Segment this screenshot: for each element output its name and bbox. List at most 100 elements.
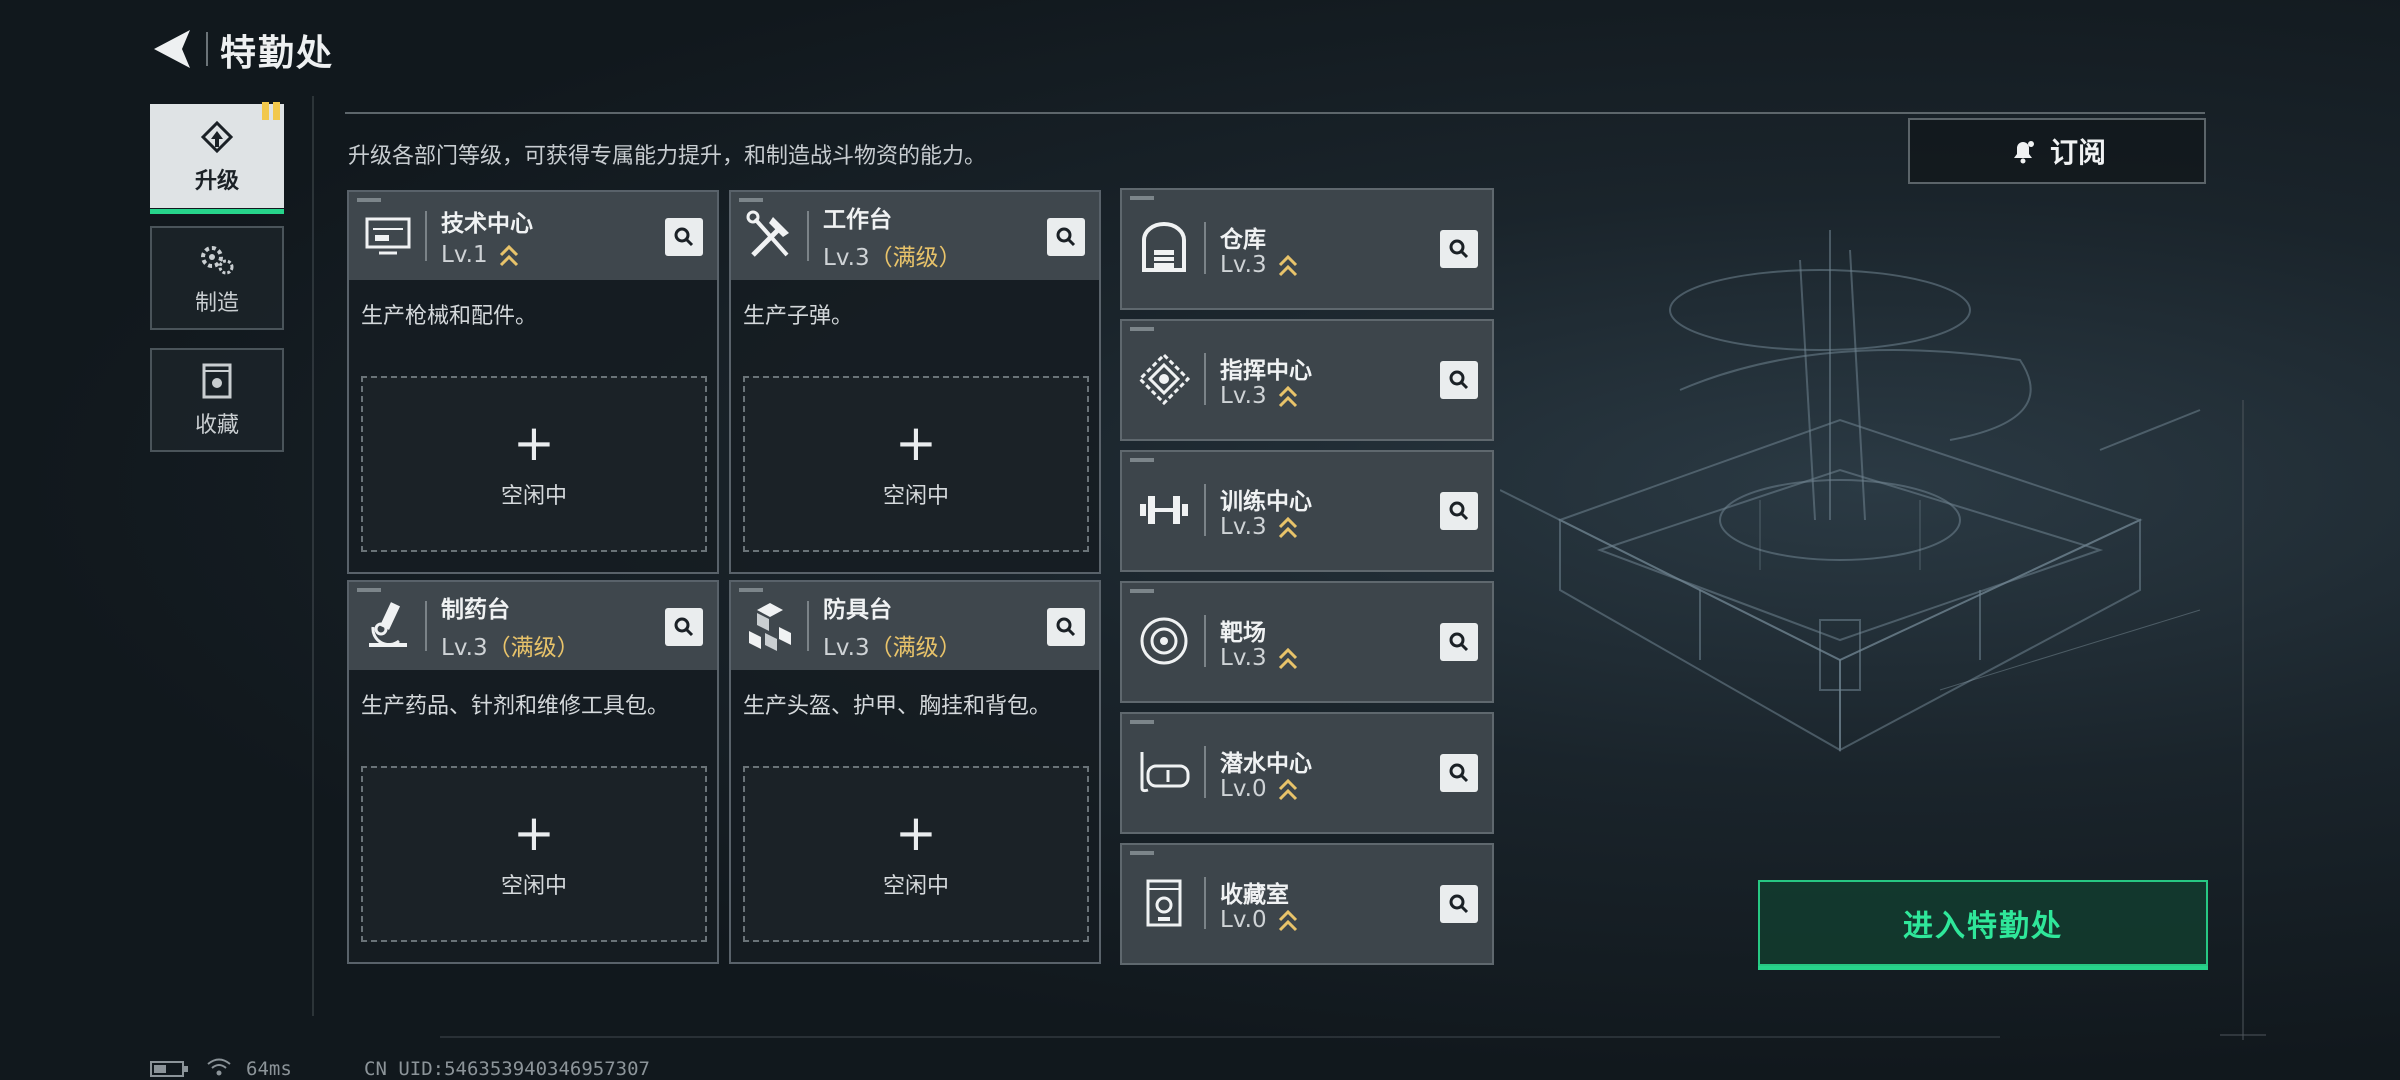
facility-card-warehouse[interactable]: 仓库 Lv.3 <box>1120 188 1494 310</box>
plus-icon: + <box>895 804 937 862</box>
search-button[interactable] <box>1440 885 1478 923</box>
top-divider <box>345 112 2205 114</box>
search-icon <box>1449 763 1469 783</box>
station-name: 技术中心 <box>441 211 533 237</box>
search-button[interactable] <box>665 608 703 646</box>
nav-upgrade[interactable]: 升级 <box>150 102 284 214</box>
collection-icon <box>202 363 232 399</box>
uid-text: CN UID:546353940346957307 <box>364 1058 650 1080</box>
header-divider <box>206 32 208 66</box>
crosshair-line <box>2220 1034 2266 1036</box>
search-icon <box>1056 617 1076 637</box>
target-icon <box>1140 617 1188 665</box>
battery-icon <box>150 1061 188 1077</box>
upgrade-icon <box>200 120 234 154</box>
back-button[interactable] <box>150 26 198 72</box>
station-name: 制药台 <box>441 597 510 623</box>
base-illustration <box>1500 230 2201 752</box>
search-icon <box>1449 239 1469 259</box>
slot-status: 空闲中 <box>500 484 567 509</box>
station-card: 防具台 Lv.3（满级） 生产头盔、护甲、胸挂和背包。 + 空闲中 <box>729 580 1101 964</box>
plus-icon: + <box>895 414 937 472</box>
subscribe-button[interactable]: 订阅 <box>1908 118 2206 184</box>
production-slot[interactable]: + 空闲中 <box>361 376 707 552</box>
search-button[interactable] <box>1440 754 1478 792</box>
chevron-up-icon <box>1278 254 1297 276</box>
facility-card-collection-room[interactable]: 收藏室 Lv.0 <box>1120 843 1494 965</box>
facility-name: 收藏室 <box>1220 882 1289 908</box>
facility-card-range[interactable]: 靶场 Lv.3 <box>1120 581 1494 703</box>
search-button[interactable] <box>665 218 703 256</box>
search-button[interactable] <box>1440 361 1478 399</box>
facility-card-command[interactable]: 指挥中心 Lv.3 <box>1120 319 1494 441</box>
nav-label: 收藏 <box>194 413 239 438</box>
slot-status: 空闲中 <box>882 874 949 899</box>
chevron-up-icon <box>499 244 518 266</box>
chevron-up-icon <box>1278 385 1297 407</box>
nav-label: 升级 <box>194 169 239 194</box>
back-arrow-icon <box>154 30 190 68</box>
facility-name: 仓库 <box>1220 227 1266 253</box>
search-button[interactable] <box>1047 608 1085 646</box>
station-name: 工作台 <box>823 207 892 233</box>
search-icon <box>1449 501 1469 521</box>
chevron-up-icon <box>1278 516 1297 538</box>
crosshair-line <box>2242 400 2244 1040</box>
nav-label: 制造 <box>194 291 239 316</box>
search-icon <box>674 227 694 247</box>
station-name: 防具台 <box>823 597 892 623</box>
station-header: 工作台 Lv.3（满级） <box>731 192 1099 280</box>
slot-status: 空闲中 <box>882 484 949 509</box>
warehouse-icon <box>1142 222 1186 272</box>
nav-divider <box>312 96 314 1016</box>
facility-card-training[interactable]: 训练中心 Lv.3 <box>1120 450 1494 572</box>
notification-badge <box>262 102 280 122</box>
production-slot[interactable]: + 空闲中 <box>361 766 707 942</box>
dumbbell-icon <box>1140 496 1188 524</box>
tools-icon <box>746 210 789 257</box>
search-button[interactable] <box>1047 218 1085 256</box>
armor-blocks-icon <box>749 603 791 651</box>
plus-icon: + <box>513 804 555 862</box>
bell-icon <box>2013 141 2034 164</box>
facility-name: 训练中心 <box>1220 489 1312 515</box>
search-icon <box>1449 370 1469 390</box>
station-level: Lv.3（满级） <box>441 635 580 661</box>
facility-name: 指挥中心 <box>1220 358 1312 384</box>
gears-icon <box>201 246 234 275</box>
station-level: Lv.1 <box>441 242 533 268</box>
page-title: 特勤处 <box>220 33 335 74</box>
monitor-icon <box>365 217 411 255</box>
facility-card-diving[interactable]: 潜水中心 Lv.0 <box>1120 712 1494 834</box>
station-card: 工作台 Lv.3（满级） 生产子弹。 + 空闲中 <box>729 190 1101 574</box>
station-description: 生产子弹。 <box>743 304 854 329</box>
station-description: 生产头盔、护甲、胸挂和背包。 <box>743 694 1052 719</box>
production-slot[interactable]: + 空闲中 <box>743 376 1089 552</box>
nav-collection[interactable]: 收藏 <box>150 348 284 452</box>
station-level: Lv.3（满级） <box>823 635 962 661</box>
plus-icon: + <box>513 414 555 472</box>
search-button[interactable] <box>1440 230 1478 268</box>
command-icon <box>1137 352 1191 406</box>
station-header: 防具台 Lv.3（满级） <box>731 582 1099 670</box>
wifi-icon <box>207 1058 231 1076</box>
station-description: 生产枪械和配件。 <box>361 304 538 329</box>
station-description: 生产药品、针剂和维修工具包。 <box>361 694 670 719</box>
page-description: 升级各部门等级，可获得专属能力提升，和制造战斗物资的能力。 <box>348 144 987 169</box>
facility-level: Lv.3 <box>1220 252 1298 278</box>
nav-manufacture[interactable]: 制造 <box>150 226 284 330</box>
enter-special-ops-button[interactable]: 进入特勤处 <box>1758 880 2208 970</box>
facility-level: Lv.3 <box>1220 383 1298 409</box>
search-button[interactable] <box>1440 623 1478 661</box>
production-slot[interactable]: + 空闲中 <box>743 766 1089 942</box>
search-icon <box>1449 632 1469 652</box>
facility-level: Lv.0 <box>1220 776 1298 802</box>
station-header: 制药台 Lv.3（满级） <box>349 582 717 670</box>
diving-mask-icon <box>1140 752 1190 793</box>
ping-text: 64ms <box>246 1058 292 1080</box>
station-card: 技术中心 Lv.1 生产枪械和配件。 + 空闲中 <box>347 190 719 574</box>
facility-name: 潜水中心 <box>1220 751 1312 777</box>
search-icon <box>1056 227 1076 247</box>
station-card: 制药台 Lv.3（满级） 生产药品、针剂和维修工具包。 + 空闲中 <box>347 580 719 964</box>
search-button[interactable] <box>1440 492 1478 530</box>
